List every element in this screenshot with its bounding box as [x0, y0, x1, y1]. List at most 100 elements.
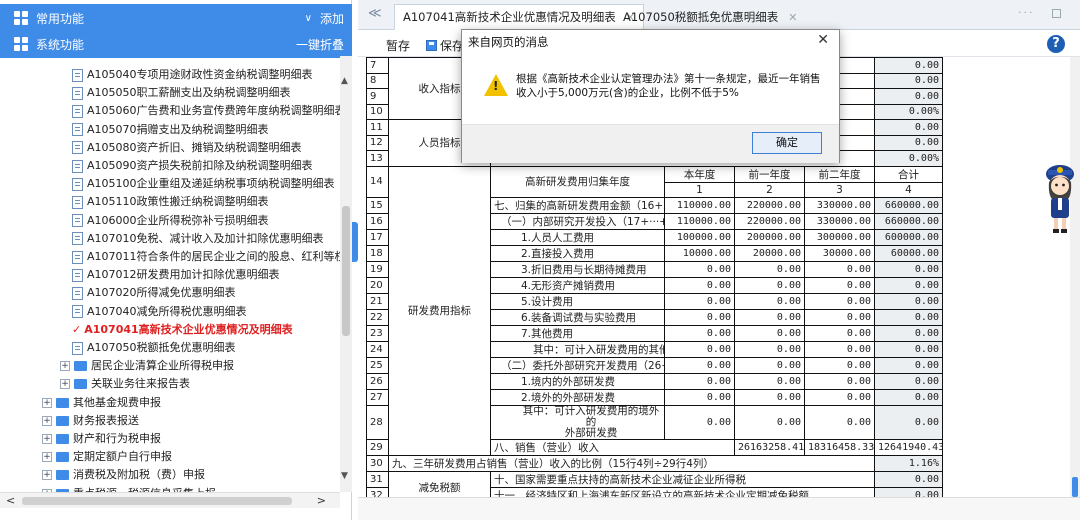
tree-item[interactable]: + 其他基金规费申报: [42, 394, 161, 412]
table-scrollbar[interactable]: [1070, 57, 1080, 497]
expand-icon[interactable]: +: [42, 415, 52, 426]
common-functions-header[interactable]: 常用功能 ∨ 添加: [0, 4, 352, 32]
tree-item[interactable]: + 消费税及附加税（费）申报: [42, 466, 205, 484]
scroll-thumb[interactable]: [1072, 477, 1078, 497]
value-cell[interactable]: 330000.00: [804, 212, 875, 230]
double-chevron-left-icon[interactable]: ≪: [368, 6, 382, 21]
tree-item[interactable]: A107040减免所得税优惠明细表: [72, 303, 247, 321]
value-cell[interactable]: 0.00: [804, 260, 875, 278]
expand-icon[interactable]: +: [60, 361, 70, 372]
tree-item[interactable]: A107050税额抵免优惠明细表: [72, 339, 236, 357]
value-cell[interactable]: 220000.00: [734, 212, 805, 230]
value-cell[interactable]: 12641940.43: [874, 438, 943, 456]
tree-item[interactable]: A105060广告费和业务宣传费跨年度纳税调整明细表: [72, 102, 340, 120]
value-cell[interactable]: 0.00: [664, 260, 735, 278]
scroll-up-icon[interactable]: ▲: [341, 76, 348, 86]
value-cell[interactable]: 0.00: [734, 388, 805, 406]
value-cell[interactable]: 0.00: [664, 276, 735, 294]
value-cell[interactable]: 0.00: [664, 404, 735, 440]
value-cell[interactable]: 0.00: [804, 356, 875, 374]
tree-item[interactable]: A105070捐赠支出及纳税调整明细表: [72, 121, 269, 139]
value-cell[interactable]: 110000.00: [664, 212, 735, 230]
tree-item[interactable]: A107010免税、减计收入及加计扣除优惠明细表: [72, 230, 324, 248]
tree-item[interactable]: A105040专项用途财政性资金纳税调整明细表: [72, 66, 313, 84]
expand-icon[interactable]: +: [42, 452, 52, 463]
draft-button[interactable]: 暂存: [386, 37, 410, 54]
help-icon[interactable]: ?: [1047, 35, 1065, 53]
collapse-all-button[interactable]: 一键折叠: [296, 36, 344, 53]
value-cell[interactable]: 0.00: [804, 372, 875, 390]
sidebar-collapse-handle[interactable]: [352, 222, 358, 262]
ok-button[interactable]: 确定: [752, 132, 822, 154]
value-cell[interactable]: 0.00: [734, 404, 805, 440]
value-cell[interactable]: 0.00: [734, 372, 805, 390]
value-cell[interactable]: 100000.00: [664, 228, 735, 246]
sidebar-scrollbar[interactable]: ▲ ▼: [340, 56, 352, 492]
expand-icon[interactable]: +: [42, 434, 52, 444]
close-icon[interactable]: ✕: [788, 11, 797, 24]
value-cell[interactable]: 0.00: [804, 388, 875, 406]
value-cell[interactable]: 110000.00: [664, 196, 735, 214]
value-cell[interactable]: 0.00: [804, 404, 875, 440]
value-cell[interactable]: 330000.00: [804, 196, 875, 214]
value-cell[interactable]: 200000.00: [734, 228, 805, 246]
system-functions-header[interactable]: 系统功能 一键折叠: [0, 30, 352, 58]
expand-icon[interactable]: +: [60, 379, 70, 390]
more-icon[interactable]: ···: [1018, 6, 1035, 19]
value-cell[interactable]: 300000.00: [804, 228, 875, 246]
value-cell[interactable]: 0.00: [734, 340, 805, 358]
maximize-icon[interactable]: [1052, 9, 1061, 18]
assistant-mascot-icon[interactable]: [1040, 160, 1080, 235]
value-cell[interactable]: 0.00: [804, 292, 875, 310]
scroll-right-icon[interactable]: >: [317, 494, 326, 507]
value-cell[interactable]: 0.00: [804, 324, 875, 342]
tree-item[interactable]: + 定期定额户自行申报: [42, 448, 172, 466]
value-cell[interactable]: 0.00: [734, 276, 805, 294]
scroll-down-icon[interactable]: ▼: [341, 471, 348, 481]
tree-item[interactable]: + 关联业务往来报告表: [60, 375, 190, 393]
value-cell[interactable]: 20000.00: [734, 244, 805, 262]
tree-item[interactable]: + 财产和行为税申报: [42, 430, 161, 448]
tree-item[interactable]: +重点税源、税源信息采集上报: [42, 485, 216, 492]
value-cell[interactable]: 0.00: [734, 356, 805, 374]
tree-item[interactable]: A105080资产折旧、摊销及纳税调整明细表: [72, 139, 302, 157]
value-cell[interactable]: 0.00: [804, 276, 875, 294]
tree-item[interactable]: A105110政策性搬迁纳税调整明细表: [72, 193, 269, 211]
value-cell[interactable]: 0.00: [734, 260, 805, 278]
value-cell[interactable]: 0.00: [664, 324, 735, 342]
value-cell[interactable]: 0.00: [664, 388, 735, 406]
scroll-left-icon[interactable]: <: [6, 494, 15, 507]
scroll-thumb[interactable]: [342, 206, 350, 336]
value-cell[interactable]: 26163258.41: [734, 438, 805, 456]
value-cell[interactable]: 0.00: [734, 324, 805, 342]
value-cell[interactable]: 0.00: [664, 340, 735, 358]
value-cell[interactable]: 0.00: [664, 292, 735, 310]
tab-a107041[interactable]: A107041高新技术企业优惠情况及明细表 ✕: [394, 4, 644, 30]
expand-icon[interactable]: +: [42, 470, 52, 481]
value-cell[interactable]: 0.00: [734, 292, 805, 310]
tree-item[interactable]: A105100企业重组及递延纳税事项纳税调整明细表: [72, 175, 335, 193]
tab-a107050[interactable]: A107050税额抵免优惠明细表 ✕: [614, 4, 807, 30]
tree-item[interactable]: A107012研发费用加计扣除优惠明细表: [72, 266, 280, 284]
tree-item[interactable]: A106000企业所得税弥补亏损明细表: [72, 212, 269, 230]
tree-item[interactable]: ✓ A107041高新技术企业优惠情况及明细表: [72, 321, 293, 339]
hscroll-thumb[interactable]: [22, 497, 292, 505]
tree-item[interactable]: A105090资产损失税前扣除及纳税调整明细表: [72, 157, 313, 175]
value-cell[interactable]: 220000.00: [734, 196, 805, 214]
value-cell[interactable]: 0.00: [664, 356, 735, 374]
value-cell[interactable]: 30000.00: [804, 244, 875, 262]
value-cell[interactable]: 0.00: [804, 340, 875, 358]
value-cell[interactable]: 0.00: [664, 308, 735, 326]
value-cell[interactable]: 10000.00: [664, 244, 735, 262]
save-button[interactable]: 保存: [426, 37, 464, 54]
add-button[interactable]: 添加: [320, 10, 344, 27]
tree-item[interactable]: + 居民企业清算企业所得税申报: [60, 357, 234, 375]
value-cell[interactable]: 0.00: [804, 308, 875, 326]
tree-item[interactable]: A107011符合条件的居民企业之间的股息、红利等权益性: [72, 248, 340, 266]
value-cell[interactable]: 0.00: [664, 372, 735, 390]
value-cell[interactable]: 18316458.33: [804, 438, 875, 456]
expand-icon[interactable]: +: [42, 397, 52, 408]
tree-item[interactable]: A107020所得减免优惠明细表: [72, 284, 236, 302]
sidebar-hscrollbar[interactable]: < >: [0, 492, 340, 508]
tree-item[interactable]: + 财务报表报送: [42, 412, 139, 430]
